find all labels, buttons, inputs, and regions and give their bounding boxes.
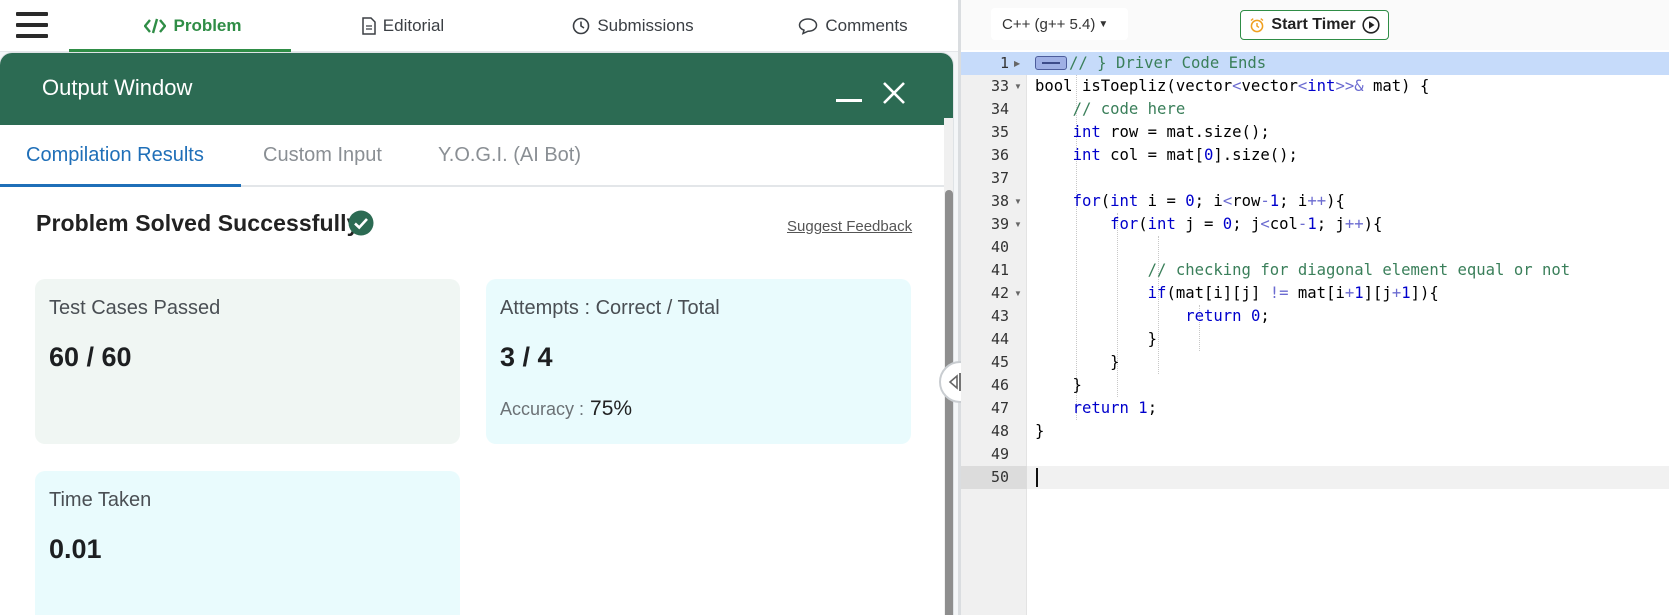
attempts-card: Attempts : Correct / Total 3 / 4 Accurac… (486, 279, 911, 444)
fold-arrow-down-icon[interactable]: ▼ (1014, 190, 1022, 213)
code-line: for(int i = 0; i<row-1; i++){ (1072, 192, 1345, 210)
tab-submissions-label: Submissions (597, 16, 694, 35)
text-cursor (1036, 468, 1038, 487)
output-tabs: Compilation Results Custom Input Y.O.G.I… (0, 125, 953, 187)
line-number: 47 (990, 399, 1009, 417)
code-icon (144, 18, 167, 34)
line-number: 40 (990, 238, 1009, 256)
output-tab-indicator (0, 184, 241, 187)
tab-editorial[interactable]: Editorial (338, 0, 468, 52)
time-taken-label: Time Taken (49, 489, 152, 511)
minimize-icon[interactable] (836, 99, 862, 102)
time-taken-value: 0.01 (49, 534, 102, 564)
line-number: 50 (990, 468, 1009, 486)
app-root: Problem Editorial Submissions Comments O… (0, 0, 1669, 615)
fold-arrow-right-icon[interactable]: ▶ (1014, 52, 1020, 75)
code-line: return 0; (1185, 307, 1270, 325)
tests-passed-card: Test Cases Passed 60 / 60 (35, 279, 460, 444)
line-number: 39 (990, 215, 1009, 233)
code-line: // code here (1072, 100, 1186, 118)
tab-editorial-label: Editorial (382, 16, 445, 35)
language-select[interactable]: C++ (g++ 5.4) ▼ (991, 8, 1128, 40)
line-number: 49 (990, 445, 1009, 463)
line-number: 38 (990, 192, 1009, 210)
active-line-highlight (1027, 466, 1669, 489)
top-nav-bar: Problem Editorial Submissions Comments (0, 0, 960, 52)
code-line: // checking for diagonal element equal o… (1147, 261, 1571, 279)
line-number: 34 (990, 100, 1009, 118)
code-line: bool isToepliz(vector<vector<int>>& mat)… (1035, 77, 1430, 95)
attempts-label: Attempts : Correct / Total (500, 297, 720, 319)
line-number: 46 (990, 376, 1009, 394)
hamburger-menu-icon[interactable] (16, 12, 48, 38)
line-number: 1 (999, 54, 1009, 72)
tab-yogi-ai-bot[interactable]: Y.O.G.I. (AI Bot) (438, 125, 581, 185)
problem-pane: Problem Editorial Submissions Comments O… (0, 0, 960, 615)
check-circle-icon (348, 210, 374, 236)
tab-custom-input[interactable]: Custom Input (263, 125, 382, 185)
tab-compilation-results[interactable]: Compilation Results (26, 125, 204, 185)
editor-toolbar: C++ (g++ 5.4) ▼ Start Timer (961, 0, 1669, 50)
fold-arrow-down-icon[interactable]: ▼ (1014, 75, 1022, 98)
code-line: int row = mat.size(); (1072, 123, 1270, 141)
output-scrollbar-thumb[interactable] (945, 190, 953, 615)
status-text: Problem Solved Successfully (36, 210, 360, 236)
code-line: // } Driver Code Ends (1069, 54, 1267, 72)
fold-arrow-down-icon[interactable]: ▼ (1014, 282, 1022, 305)
tab-comments-label: Comments (825, 16, 908, 35)
output-window-title: Output Window (42, 75, 193, 100)
code-line: if(mat[i][j] != mat[i+1][j+1]){ (1147, 284, 1439, 302)
tab-problem[interactable]: Problem (108, 0, 278, 52)
code-line: } (1035, 376, 1082, 394)
accuracy-row: Accuracy :75% (500, 397, 632, 421)
attempts-value: 3 / 4 (500, 342, 553, 372)
play-circle-icon (1361, 16, 1380, 34)
line-number: 44 (990, 330, 1009, 348)
caret-down-icon: ▼ (1098, 18, 1109, 30)
tab-submissions[interactable]: Submissions (548, 0, 718, 52)
code-line: } (1035, 353, 1120, 371)
code-line: } (1035, 422, 1045, 440)
start-timer-label: Start Timer (1271, 16, 1356, 33)
active-tab-indicator (69, 49, 291, 52)
alarm-clock-icon (1250, 18, 1264, 33)
tab-comments[interactable]: Comments (778, 0, 928, 52)
time-taken-card: Time Taken 0.01 (35, 471, 460, 615)
line-number: 42 (990, 284, 1009, 302)
accuracy-value: 75% (590, 397, 633, 420)
language-value: C++ (g++ 5.4) (1002, 15, 1096, 33)
start-timer-button[interactable]: Start Timer (1240, 10, 1389, 40)
tests-passed-label: Test Cases Passed (49, 297, 221, 319)
code-line: return 1; (1072, 399, 1158, 417)
line-number: 41 (990, 261, 1009, 279)
tests-passed-value: 60 / 60 (49, 342, 132, 372)
clock-icon (573, 17, 590, 35)
code-line: } (1035, 330, 1158, 348)
chat-bubble-icon (799, 18, 818, 35)
line-number: 37 (990, 169, 1009, 187)
code-editor[interactable]: 1 ▶ 33 ▼ 34 35 36 37 38 ▼ 39 ▼ 40 41 42 … (961, 52, 1669, 615)
output-window: Output Window Compilation Results Custom… (0, 53, 953, 615)
close-icon[interactable] (880, 79, 908, 107)
line-number: 45 (990, 353, 1009, 371)
line-number: 48 (990, 422, 1009, 440)
editor-pane: C++ (g++ 5.4) ▼ Start Timer 1 ▶ 33 ▼ 34 … (961, 0, 1669, 615)
line-number: 35 (990, 123, 1009, 141)
line-number: 43 (990, 307, 1009, 325)
line-number: 36 (990, 146, 1009, 164)
code-line: for(int j = 0; j<col-1; j++){ (1110, 215, 1383, 233)
line-number: 33 (990, 77, 1009, 95)
accuracy-label: Accuracy : (500, 399, 585, 419)
fold-arrow-down-icon[interactable]: ▼ (1014, 213, 1022, 236)
output-window-header: Output Window (0, 53, 953, 125)
code-line: int col = mat[0].size(); (1072, 146, 1298, 164)
folded-code-widget-icon[interactable] (1035, 56, 1067, 70)
suggest-feedback-link[interactable]: Suggest Feedback (787, 218, 912, 235)
document-icon (362, 17, 376, 35)
tab-problem-label: Problem (173, 16, 242, 35)
